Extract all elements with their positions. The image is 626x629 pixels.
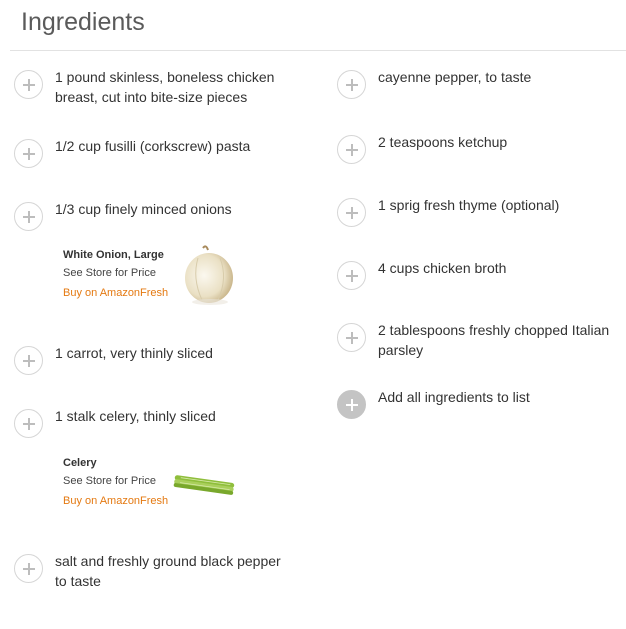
add-ingredient-button[interactable] <box>337 135 366 164</box>
add-ingredient-button[interactable] <box>337 198 366 227</box>
add-ingredient-button[interactable] <box>337 261 366 290</box>
add-ingredient-button[interactable] <box>337 70 366 99</box>
ingredient-item: 2 tablespoons freshly chopped Italian pa… <box>337 322 618 360</box>
ingredient-item: 1 pound skinless, boneless chicken breas… <box>14 69 290 107</box>
ingredient-item: 2 teaspoons ketchup <box>337 134 618 164</box>
add-ingredient-button[interactable] <box>14 202 43 231</box>
ingredient-text: 1/2 cup fusilli (corkscrew) pasta <box>55 138 251 154</box>
ingredient-item: 1 sprig fresh thyme (optional) <box>337 197 618 227</box>
buy-amazonfresh-link[interactable]: Buy on AmazonFresh <box>63 285 168 301</box>
ingredient-item: cayenne pepper, to taste <box>337 69 618 99</box>
ingredient-text: 1 pound skinless, boneless chicken breas… <box>55 69 275 105</box>
ingredient-item: 1 stalk celery, thinly sliced <box>14 408 290 438</box>
ingredient-item: 1/2 cup fusilli (corkscrew) pasta <box>14 138 290 168</box>
section-title: Ingredients <box>21 8 145 36</box>
ingredient-item: 1/3 cup finely minced onions <box>14 201 290 231</box>
product-card-onion: White Onion, Large See Store for Price B… <box>63 247 168 301</box>
add-all-button[interactable] <box>337 390 366 419</box>
add-all-label[interactable]: Add all ingredients to list <box>378 387 618 407</box>
celery-image <box>173 475 235 495</box>
ingredient-text: 1 stalk celery, thinly sliced <box>55 408 216 424</box>
add-ingredient-button[interactable] <box>14 554 43 583</box>
title-divider <box>10 50 626 51</box>
ingredient-text: 1 carrot, very thinly sliced <box>55 345 213 361</box>
ingredient-text: salt and freshly ground black pepper to … <box>55 553 281 589</box>
add-ingredient-button[interactable] <box>337 323 366 352</box>
ingredient-text: 4 cups chicken broth <box>378 260 507 276</box>
add-ingredient-button[interactable] <box>14 346 43 375</box>
ingredient-text: 1 sprig fresh thyme (optional) <box>378 197 560 213</box>
product-price: See Store for Price <box>63 267 156 279</box>
onion-image <box>185 245 233 305</box>
ingredient-item: 4 cups chicken broth <box>337 260 618 290</box>
ingredient-item: salt and freshly ground black pepper to … <box>14 553 290 591</box>
ingredient-text: cayenne pepper, to taste <box>378 69 532 85</box>
product-name: Celery <box>63 457 97 469</box>
ingredient-text: 1/3 cup finely minced onions <box>55 201 232 217</box>
product-card-celery: Celery See Store for Price Buy on Amazon… <box>63 455 168 509</box>
product-name: White Onion, Large <box>63 249 164 261</box>
ingredient-text: 2 tablespoons freshly chopped Italian pa… <box>378 322 610 358</box>
add-ingredient-button[interactable] <box>14 409 43 438</box>
add-all-ingredients-row[interactable]: Add all ingredients to list <box>337 387 618 419</box>
ingredient-text: 2 teaspoons ketchup <box>378 134 508 150</box>
buy-amazonfresh-link[interactable]: Buy on AmazonFresh <box>63 493 168 509</box>
ingredient-item: 1 carrot, very thinly sliced <box>14 345 290 375</box>
product-price: See Store for Price <box>63 475 156 487</box>
add-ingredient-button[interactable] <box>14 70 43 99</box>
add-ingredient-button[interactable] <box>14 139 43 168</box>
